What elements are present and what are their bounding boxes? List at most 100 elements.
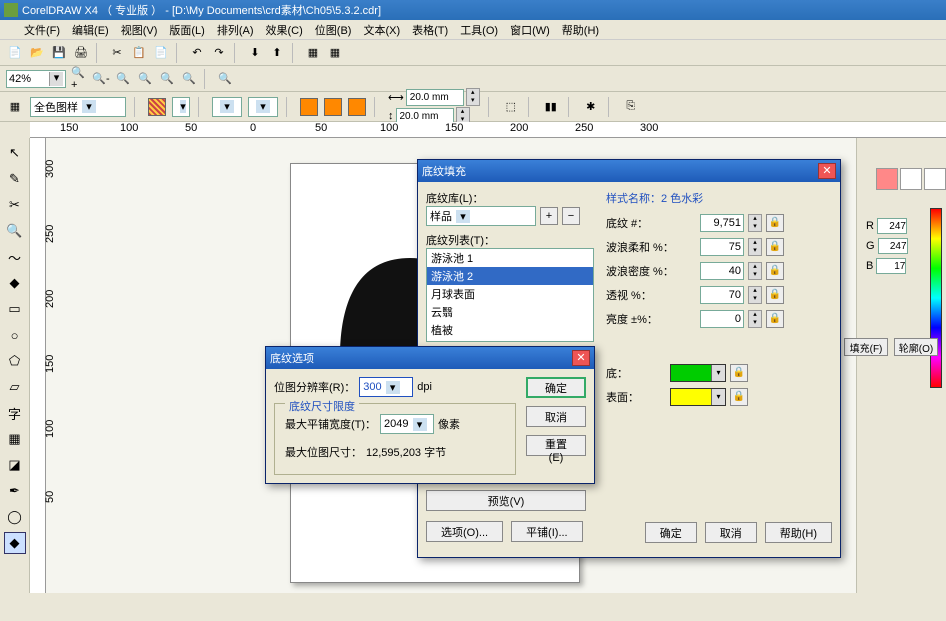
paste-button[interactable]: 📄	[152, 44, 170, 62]
param-lock[interactable]: 🔒	[766, 286, 784, 304]
color-slider[interactable]	[930, 208, 942, 388]
list-item[interactable]: 月球表面	[427, 285, 593, 303]
preview-button[interactable]: 预览(V)	[426, 490, 586, 511]
mirror-icon[interactable]: ▮▮	[542, 98, 560, 116]
docker-tab-2[interactable]	[900, 168, 922, 190]
fill-apply-button[interactable]: 填充(F)	[844, 338, 888, 356]
cut-button[interactable]: ✂	[108, 44, 126, 62]
cancel-button[interactable]: 取消	[526, 406, 586, 427]
zoom-in-button[interactable]: 🔍+	[70, 70, 88, 88]
param-input[interactable]	[700, 310, 744, 328]
param-input[interactable]	[700, 286, 744, 304]
table-tool[interactable]: ▦	[4, 428, 26, 450]
docker-tab-1[interactable]	[876, 168, 898, 190]
ellipse-tool[interactable]: ○	[4, 324, 26, 346]
chevron-down-icon[interactable]: ▾	[82, 100, 96, 113]
zoom-out-button[interactable]: 🔍-	[92, 70, 110, 88]
menu-table[interactable]: 表格(T)	[412, 22, 448, 38]
menu-edit[interactable]: 编辑(E)	[72, 22, 109, 38]
import-button[interactable]: ⬇	[246, 44, 264, 62]
save-button[interactable]: 💾	[50, 44, 68, 62]
menu-arrange[interactable]: 排列(A)	[217, 22, 254, 38]
smartfill-tool[interactable]: ◆	[4, 272, 26, 294]
dialog-titlebar[interactable]: 底纹填充 ✕	[418, 160, 840, 182]
list-item[interactable]: 游泳池 1	[427, 249, 593, 267]
crop-tool[interactable]: ✂	[4, 194, 26, 216]
fill-type-icon[interactable]: ▦	[6, 98, 24, 116]
copy-fill-icon[interactable]: ⎘	[622, 98, 640, 116]
color2-button[interactable]: ▾	[670, 388, 726, 406]
back-color[interactable]: ▾	[248, 97, 278, 117]
texture-listbox[interactable]: 游泳池 1 游泳池 2 月球表面 云翳 植被 重雾 砖红	[426, 248, 594, 342]
menu-window[interactable]: 窗口(W)	[510, 22, 550, 38]
fill-type-combo[interactable]: 全色图样 ▾	[30, 97, 126, 117]
menu-bitmaps[interactable]: 位图(B)	[315, 22, 352, 38]
shape-tool[interactable]: ✎	[4, 168, 26, 190]
param-input[interactable]	[700, 214, 744, 232]
text-tool[interactable]: 字	[4, 402, 26, 424]
zoom-width-button[interactable]: 🔍	[180, 70, 198, 88]
menu-view[interactable]: 视图(V)	[121, 22, 158, 38]
pick-tool[interactable]: ↖	[4, 142, 26, 164]
maxtile-combo[interactable]: 2049▾	[380, 414, 434, 434]
options-button[interactable]: 选项(O)...	[426, 521, 503, 542]
menu-text[interactable]: 文本(X)	[363, 22, 400, 38]
copy-button[interactable]: 📋	[130, 44, 148, 62]
redo-button[interactable]: ↷	[210, 44, 228, 62]
rectangle-tool[interactable]: ▭	[4, 298, 26, 320]
pattern-dropdown[interactable]: ▾	[172, 97, 190, 117]
interactive-tool[interactable]: ◪	[4, 454, 26, 476]
zoom-height-button[interactable]: 🔍	[216, 70, 234, 88]
color1-lock[interactable]: 🔒	[730, 364, 748, 382]
applaunch-button[interactable]: ▦	[304, 44, 322, 62]
chevron-down-icon[interactable]: ▾	[49, 72, 63, 86]
ok-button[interactable]: 确定	[645, 522, 697, 543]
lib-add-button[interactable]: +	[540, 207, 558, 225]
outline-tool[interactable]: ◯	[4, 506, 26, 528]
lib-remove-button[interactable]: −	[562, 207, 580, 225]
color1-button[interactable]: ▾	[670, 364, 726, 382]
g-input[interactable]	[878, 238, 908, 254]
tile-large-icon[interactable]	[348, 98, 366, 116]
param-input[interactable]	[700, 238, 744, 256]
b-input[interactable]	[876, 258, 906, 274]
param-spin[interactable]: ▴▾	[748, 238, 762, 256]
tile-small-icon[interactable]	[300, 98, 318, 116]
param-lock[interactable]: 🔒	[766, 238, 784, 256]
docker-tab-3[interactable]	[924, 168, 946, 190]
dpi-combo[interactable]: 300▾	[359, 377, 413, 397]
basicshapes-tool[interactable]: ▱	[4, 376, 26, 398]
param-lock[interactable]: 🔒	[766, 310, 784, 328]
dialog-titlebar[interactable]: 底纹选项 ✕	[266, 347, 594, 369]
open-button[interactable]: 📂	[28, 44, 46, 62]
reset-button[interactable]: 重置(E)	[526, 435, 586, 456]
menu-tools[interactable]: 工具(O)	[460, 22, 498, 38]
zoom-page-button[interactable]: 🔍	[158, 70, 176, 88]
zoom-combo[interactable]: 42% ▾	[6, 70, 66, 88]
list-item[interactable]: 游泳池 2	[427, 267, 593, 285]
width-spin[interactable]: ▴▾	[466, 88, 480, 106]
eyedropper-tool[interactable]: ✒	[4, 480, 26, 502]
outline-apply-button[interactable]: 轮廓(O)	[894, 338, 938, 356]
cancel-button[interactable]: 取消	[705, 522, 757, 543]
print-button[interactable]: 🖨	[72, 44, 90, 62]
transform-fill-icon[interactable]: ⬚	[502, 98, 520, 116]
param-spin[interactable]: ▴▾	[748, 286, 762, 304]
list-item[interactable]: 植被	[427, 321, 593, 339]
undo-button[interactable]: ↶	[188, 44, 206, 62]
lib-combo[interactable]: 样品▾	[426, 206, 536, 226]
param-spin[interactable]: ▴▾	[748, 262, 762, 280]
help-button[interactable]: 帮助(H)	[765, 522, 832, 543]
param-lock[interactable]: 🔒	[766, 262, 784, 280]
param-input[interactable]	[700, 262, 744, 280]
param-lock[interactable]: 🔒	[766, 214, 784, 232]
ok-button[interactable]: 确定	[526, 377, 586, 398]
export-button[interactable]: ⬆	[268, 44, 286, 62]
color2-lock[interactable]: 🔒	[730, 388, 748, 406]
fill-tool[interactable]: ◆	[4, 532, 26, 554]
pattern-preview[interactable]	[148, 98, 166, 116]
welcome-button[interactable]: ▦	[326, 44, 344, 62]
zoom-all-button[interactable]: 🔍	[136, 70, 154, 88]
menu-effects[interactable]: 效果(C)	[266, 22, 303, 38]
menu-layout[interactable]: 版面(L)	[169, 22, 204, 38]
